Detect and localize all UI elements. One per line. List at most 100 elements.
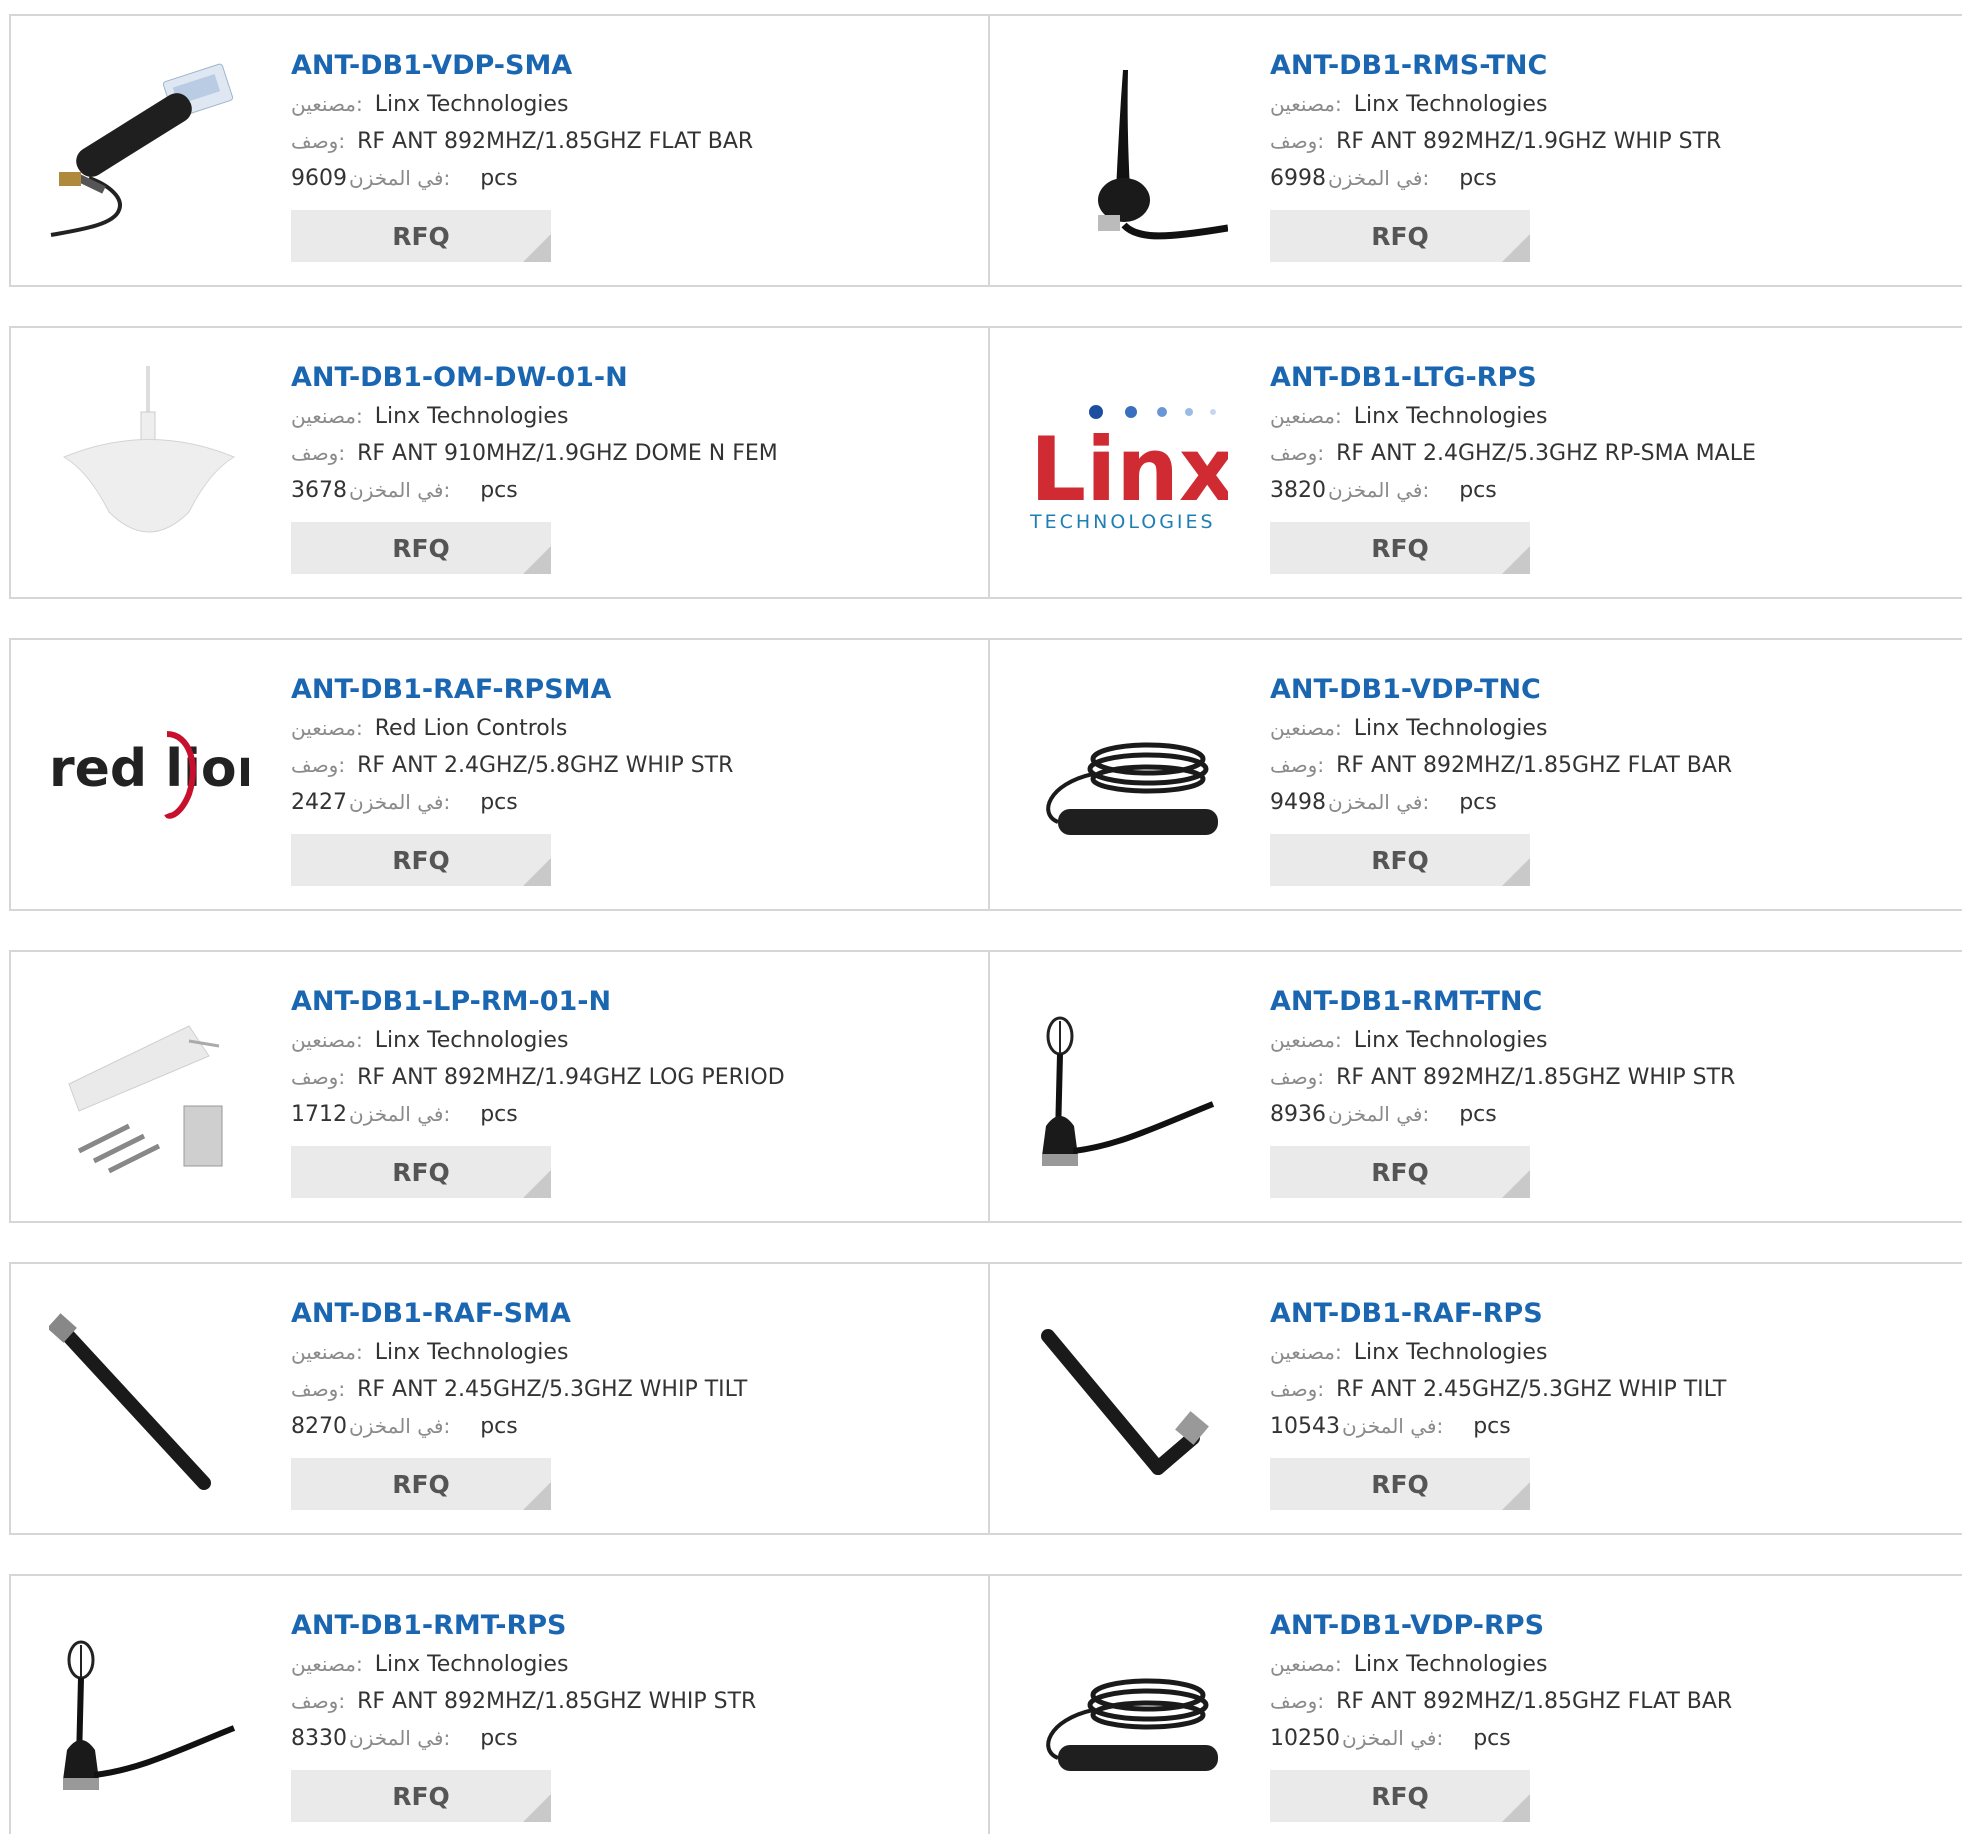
product-part-link[interactable]: ANT-DB1-RMT-RPS xyxy=(291,1606,971,1646)
product-part-link[interactable]: ANT-DB1-VDP-RPS xyxy=(1270,1606,1950,1646)
product-part-link[interactable]: ANT-DB1-VDP-TNC xyxy=(1270,670,1950,710)
stock-label: في المخزن: xyxy=(1328,1102,1430,1126)
stock-unit: pcs xyxy=(480,1102,518,1127)
rfq-button-label: RFQ xyxy=(392,1469,450,1499)
product-grid: ANT-DB1-VDP-SMA مصنعين: Linx Technologies و… xyxy=(0,0,1962,1834)
product-part-link[interactable]: ANT-DB1-VDP-SMA xyxy=(291,46,971,86)
product-part-link[interactable]: ANT-DB1-RMS-TNC xyxy=(1270,46,1950,86)
product-image[interactable] xyxy=(1028,986,1228,1186)
product-part-link[interactable]: ANT-DB1-RAF-SMA xyxy=(291,1294,971,1334)
stock-value: 9498 xyxy=(1270,790,1326,815)
description-line: وصف: RF ANT 2.4GHZ/5.3GHZ RP-SMA MALE xyxy=(1270,435,1950,472)
product-part-link[interactable]: ANT-DB1-LP-RM-01-N xyxy=(291,982,971,1022)
manufacturer-value: Linx Technologies xyxy=(1353,1028,1548,1053)
manufacturer-label: مصنعين: xyxy=(291,92,363,116)
product-image[interactable] xyxy=(49,362,249,562)
description-line: وصف: RF ANT 892MHZ/1.85GHZ WHIP STR xyxy=(291,1683,971,1720)
product-card: ANT-DB1-RMT-RPS مصنعين: Linx Technologies و… xyxy=(11,1576,988,1834)
product-info: ANT-DB1-RMT-RPS مصنعين: Linx Technologies و… xyxy=(291,1606,971,1822)
product-image[interactable] xyxy=(1028,1610,1228,1810)
product-part-link[interactable]: ANT-DB1-RMT-TNC xyxy=(1270,982,1950,1022)
description-line: وصف: RF ANT 2.45GHZ/5.3GHZ WHIP TILT xyxy=(291,1371,971,1408)
rfq-button[interactable]: RFQ xyxy=(1270,210,1530,262)
product-card: ANT-DB1-RMS-TNC مصنعين: Linx Technologies و… xyxy=(988,16,1962,285)
description-value: RF ANT 892MHZ/1.85GHZ FLAT BAR xyxy=(1336,1689,1733,1714)
rfq-button[interactable]: RFQ xyxy=(291,522,551,574)
rfq-button[interactable]: RFQ xyxy=(291,210,551,262)
corner-triangle-icon xyxy=(523,1170,551,1198)
product-image[interactable] xyxy=(49,986,249,1186)
stock-label: في المخزن: xyxy=(349,478,451,502)
corner-triangle-icon xyxy=(1502,1482,1530,1510)
stock-value: 8936 xyxy=(1270,1102,1326,1127)
product-info: ANT-DB1-OM-DW-01-N مصنعين: Linx Technologi… xyxy=(291,358,971,574)
description-label: وصف: xyxy=(1270,753,1325,777)
manufacturer-value: Linx Technologies xyxy=(1353,1340,1548,1365)
product-image[interactable] xyxy=(49,1610,249,1810)
stock-value: 8270 xyxy=(291,1414,347,1439)
stock-label: في المخزن: xyxy=(1342,1726,1444,1750)
manufacturer-value: Red Lion Controls xyxy=(374,716,568,741)
stock-unit: pcs xyxy=(480,166,518,191)
rfq-button[interactable]: RFQ xyxy=(1270,1770,1530,1822)
rfq-button[interactable]: RFQ xyxy=(291,834,551,886)
stock-value: 10250 xyxy=(1270,1726,1340,1751)
rfq-button-label: RFQ xyxy=(1371,533,1429,563)
product-image[interactable] xyxy=(1028,1298,1228,1498)
rfq-button-label: RFQ xyxy=(392,1157,450,1187)
manufacturer-label: مصنعين: xyxy=(1270,404,1342,428)
product-card: ANT-DB1-RAF-RPS مصنعين: Linx Technologies و… xyxy=(988,1264,1962,1533)
stock-line: 10250 في المخزن: pcs xyxy=(1270,1720,1950,1757)
product-card: ANT-DB1-RMT-TNC مصنعين: Linx Technologies و… xyxy=(988,952,1962,1221)
product-image[interactable] xyxy=(49,50,249,250)
product-image[interactable]: red lion xyxy=(49,674,249,874)
product-image[interactable] xyxy=(1028,674,1228,874)
description-label: وصف: xyxy=(291,1065,346,1089)
rfq-button[interactable]: RFQ xyxy=(1270,1146,1530,1198)
stock-unit: pcs xyxy=(1459,790,1497,815)
rfq-button-label: RFQ xyxy=(1371,1157,1429,1187)
product-image[interactable] xyxy=(49,1298,249,1498)
rfq-button[interactable]: RFQ xyxy=(291,1770,551,1822)
manufacturer-line: مصنعين: Linx Technologies xyxy=(291,86,971,123)
manufacturer-line: مصنعين: Linx Technologies xyxy=(1270,398,1950,435)
stock-line: 6998 في المخزن: pcs xyxy=(1270,160,1950,197)
stock-label: في المخزن: xyxy=(1342,1414,1444,1438)
rfq-button[interactable]: RFQ xyxy=(1270,1458,1530,1510)
stock-label: في المخزن: xyxy=(1328,166,1430,190)
stock-value: 9609 xyxy=(291,166,347,191)
product-part-link[interactable]: ANT-DB1-RAF-RPS xyxy=(1270,1294,1950,1334)
corner-triangle-icon xyxy=(1502,1170,1530,1198)
stock-label: في المخزن: xyxy=(1328,790,1430,814)
product-info: ANT-DB1-RMT-TNC مصنعين: Linx Technologies و… xyxy=(1270,982,1950,1198)
stock-value: 8330 xyxy=(291,1726,347,1751)
product-row: ANT-DB1-RAF-SMA مصنعين: Linx Technologies و… xyxy=(9,1262,1962,1535)
description-value: RF ANT 892MHZ/1.85GHZ WHIP STR xyxy=(357,1689,757,1714)
stock-label: في المخزن: xyxy=(349,1414,451,1438)
corner-triangle-icon xyxy=(1502,858,1530,886)
manufacturer-label: مصنعين: xyxy=(1270,716,1342,740)
rfq-button[interactable]: RFQ xyxy=(291,1146,551,1198)
product-card: ANT-DB1-LP-RM-01-N مصنعين: Linx Technologi… xyxy=(11,952,988,1221)
manufacturer-label: مصنعين: xyxy=(291,1652,363,1676)
manufacturer-line: مصنعين: Linx Technologies xyxy=(1270,86,1950,123)
product-row: ANT-DB1-VDP-SMA مصنعين: Linx Technologies و… xyxy=(9,14,1962,287)
rfq-button[interactable]: RFQ xyxy=(1270,834,1530,886)
manufacturer-line: مصنعين: Linx Technologies xyxy=(1270,1646,1950,1683)
product-part-link[interactable]: ANT-DB1-OM-DW-01-N xyxy=(291,358,971,398)
product-image[interactable] xyxy=(1028,50,1228,250)
description-value: RF ANT 892MHZ/1.9GHZ WHIP STR xyxy=(1336,129,1722,154)
product-part-link[interactable]: ANT-DB1-LTG-RPS xyxy=(1270,358,1950,398)
description-label: وصف: xyxy=(1270,1065,1325,1089)
description-label: وصف: xyxy=(291,441,346,465)
description-value: RF ANT 892MHZ/1.85GHZ FLAT BAR xyxy=(357,129,754,154)
description-value: RF ANT 892MHZ/1.85GHZ FLAT BAR xyxy=(1336,753,1733,778)
product-part-link[interactable]: ANT-DB1-RAF-RPSMA xyxy=(291,670,971,710)
rfq-button[interactable]: RFQ xyxy=(1270,522,1530,574)
description-line: وصف: RF ANT 2.45GHZ/5.3GHZ WHIP TILT xyxy=(1270,1371,1950,1408)
manufacturer-line: مصنعين: Linx Technologies xyxy=(1270,1334,1950,1371)
rfq-button[interactable]: RFQ xyxy=(291,1458,551,1510)
corner-triangle-icon xyxy=(1502,546,1530,574)
product-image[interactable]: Linx TECHNOLOGIES xyxy=(1028,362,1228,562)
description-value: RF ANT 892MHZ/1.94GHZ LOG PERIOD xyxy=(357,1065,785,1090)
